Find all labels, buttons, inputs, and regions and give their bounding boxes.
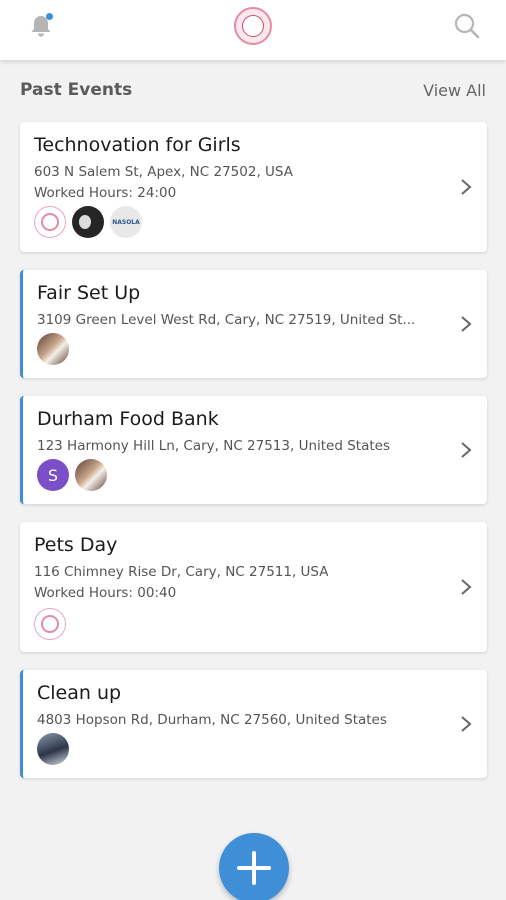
view-all-link[interactable]: View All <box>423 81 486 100</box>
top-app-bar <box>0 0 506 60</box>
logo-emblem <box>242 15 264 37</box>
notification-badge <box>46 13 53 20</box>
event-address: 3109 Green Level West Rd, Cary, NC 27519… <box>37 312 416 328</box>
chevron-right-icon <box>461 179 472 195</box>
search-icon <box>454 13 480 39</box>
event-title: Technovation for Girls <box>34 134 241 156</box>
plus-icon <box>237 851 271 885</box>
user-avatar <box>37 333 69 365</box>
user-initial-avatar: S <box>37 459 69 491</box>
org-logo-avatar <box>34 206 66 238</box>
event-card[interactable]: Clean up 4803 Hopson Rd, Durham, NC 2756… <box>20 670 487 778</box>
event-title: Fair Set Up <box>37 282 141 304</box>
event-card[interactable]: Durham Food Bank 123 Harmony Hill Ln, Ca… <box>20 396 487 504</box>
event-title: Pets Day <box>34 534 118 556</box>
event-title: Durham Food Bank <box>37 408 219 430</box>
event-title: Clean up <box>37 682 122 704</box>
participant-avatars: S <box>37 459 107 491</box>
nasola-avatar: NASOLA <box>110 206 142 238</box>
participant-avatars: NASOLA <box>34 206 142 238</box>
chevron-right-icon <box>461 716 472 732</box>
event-worked-hours: Worked Hours: 24:00 <box>34 185 177 201</box>
participant-avatars <box>37 333 69 365</box>
user-avatar <box>37 733 69 765</box>
event-card[interactable]: Pets Day 116 Chimney Rise Dr, Cary, NC 2… <box>20 522 487 652</box>
search-button[interactable] <box>452 11 482 41</box>
chevron-right-icon <box>461 579 472 595</box>
event-card[interactable]: Fair Set Up 3109 Green Level West Rd, Ca… <box>20 270 487 378</box>
event-address: 123 Harmony Hill Ln, Cary, NC 27513, Uni… <box>37 438 390 454</box>
chevron-right-icon <box>461 316 472 332</box>
event-address: 116 Chimney Rise Dr, Cary, NC 27511, USA <box>34 564 329 580</box>
event-worked-hours: Worked Hours: 00:40 <box>34 585 177 601</box>
user-avatar <box>72 206 104 238</box>
event-address: 603 N Salem St, Apex, NC 27502, USA <box>34 164 293 180</box>
event-address: 4803 Hopson Rd, Durham, NC 27560, United… <box>37 712 387 728</box>
notifications-bell-icon[interactable] <box>27 12 55 40</box>
section-title: Past Events <box>20 80 133 100</box>
org-logo-avatar <box>34 608 66 640</box>
participant-avatars <box>37 733 69 765</box>
event-card[interactable]: Technovation for Girls 603 N Salem St, A… <box>20 122 487 252</box>
chevron-right-icon <box>461 442 472 458</box>
add-event-button[interactable] <box>219 833 289 900</box>
user-avatar <box>75 459 107 491</box>
participant-avatars <box>34 608 66 640</box>
org-logo[interactable] <box>234 7 272 45</box>
